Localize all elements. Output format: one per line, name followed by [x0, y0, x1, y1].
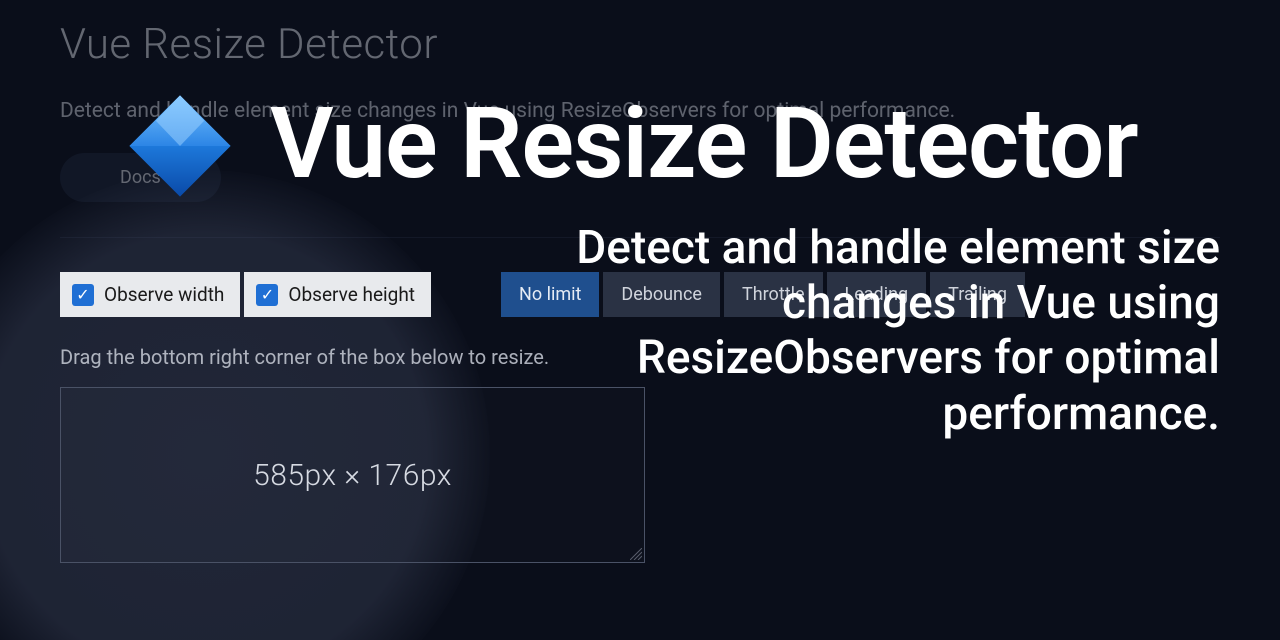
- refresh-mode-tabs: No limit Debounce Throttle Leading Trail…: [501, 272, 1025, 317]
- bg-title: Vue Resize Detector: [60, 20, 1220, 69]
- controls-row: ✓ Observe width ✓ Observe height No limi…: [60, 272, 1220, 317]
- tab-no-limit[interactable]: No limit: [501, 272, 599, 317]
- resizable-box[interactable]: 585px × 176px: [60, 387, 645, 563]
- observe-width-checkbox[interactable]: ✓ Observe width: [60, 272, 240, 317]
- tab-leading[interactable]: Leading: [827, 272, 927, 317]
- drag-hint-text: Drag the bottom right corner of the box …: [60, 345, 549, 369]
- resize-handle-icon[interactable]: [630, 548, 642, 560]
- tab-throttle[interactable]: Throttle: [724, 272, 823, 317]
- observe-height-label: Observe height: [288, 283, 415, 306]
- check-icon: ✓: [256, 284, 278, 306]
- dimensions-readout: 585px × 176px: [253, 458, 452, 493]
- check-icon: ✓: [72, 284, 94, 306]
- tab-debounce[interactable]: Debounce: [603, 272, 720, 317]
- bg-subtitle: Detect and handle element size changes i…: [60, 99, 1220, 123]
- observe-height-checkbox[interactable]: ✓ Observe height: [244, 272, 431, 317]
- observe-width-label: Observe width: [104, 283, 224, 306]
- checkbox-group: ✓ Observe width ✓ Observe height: [60, 272, 431, 317]
- tab-trailing[interactable]: Trailing: [930, 272, 1025, 317]
